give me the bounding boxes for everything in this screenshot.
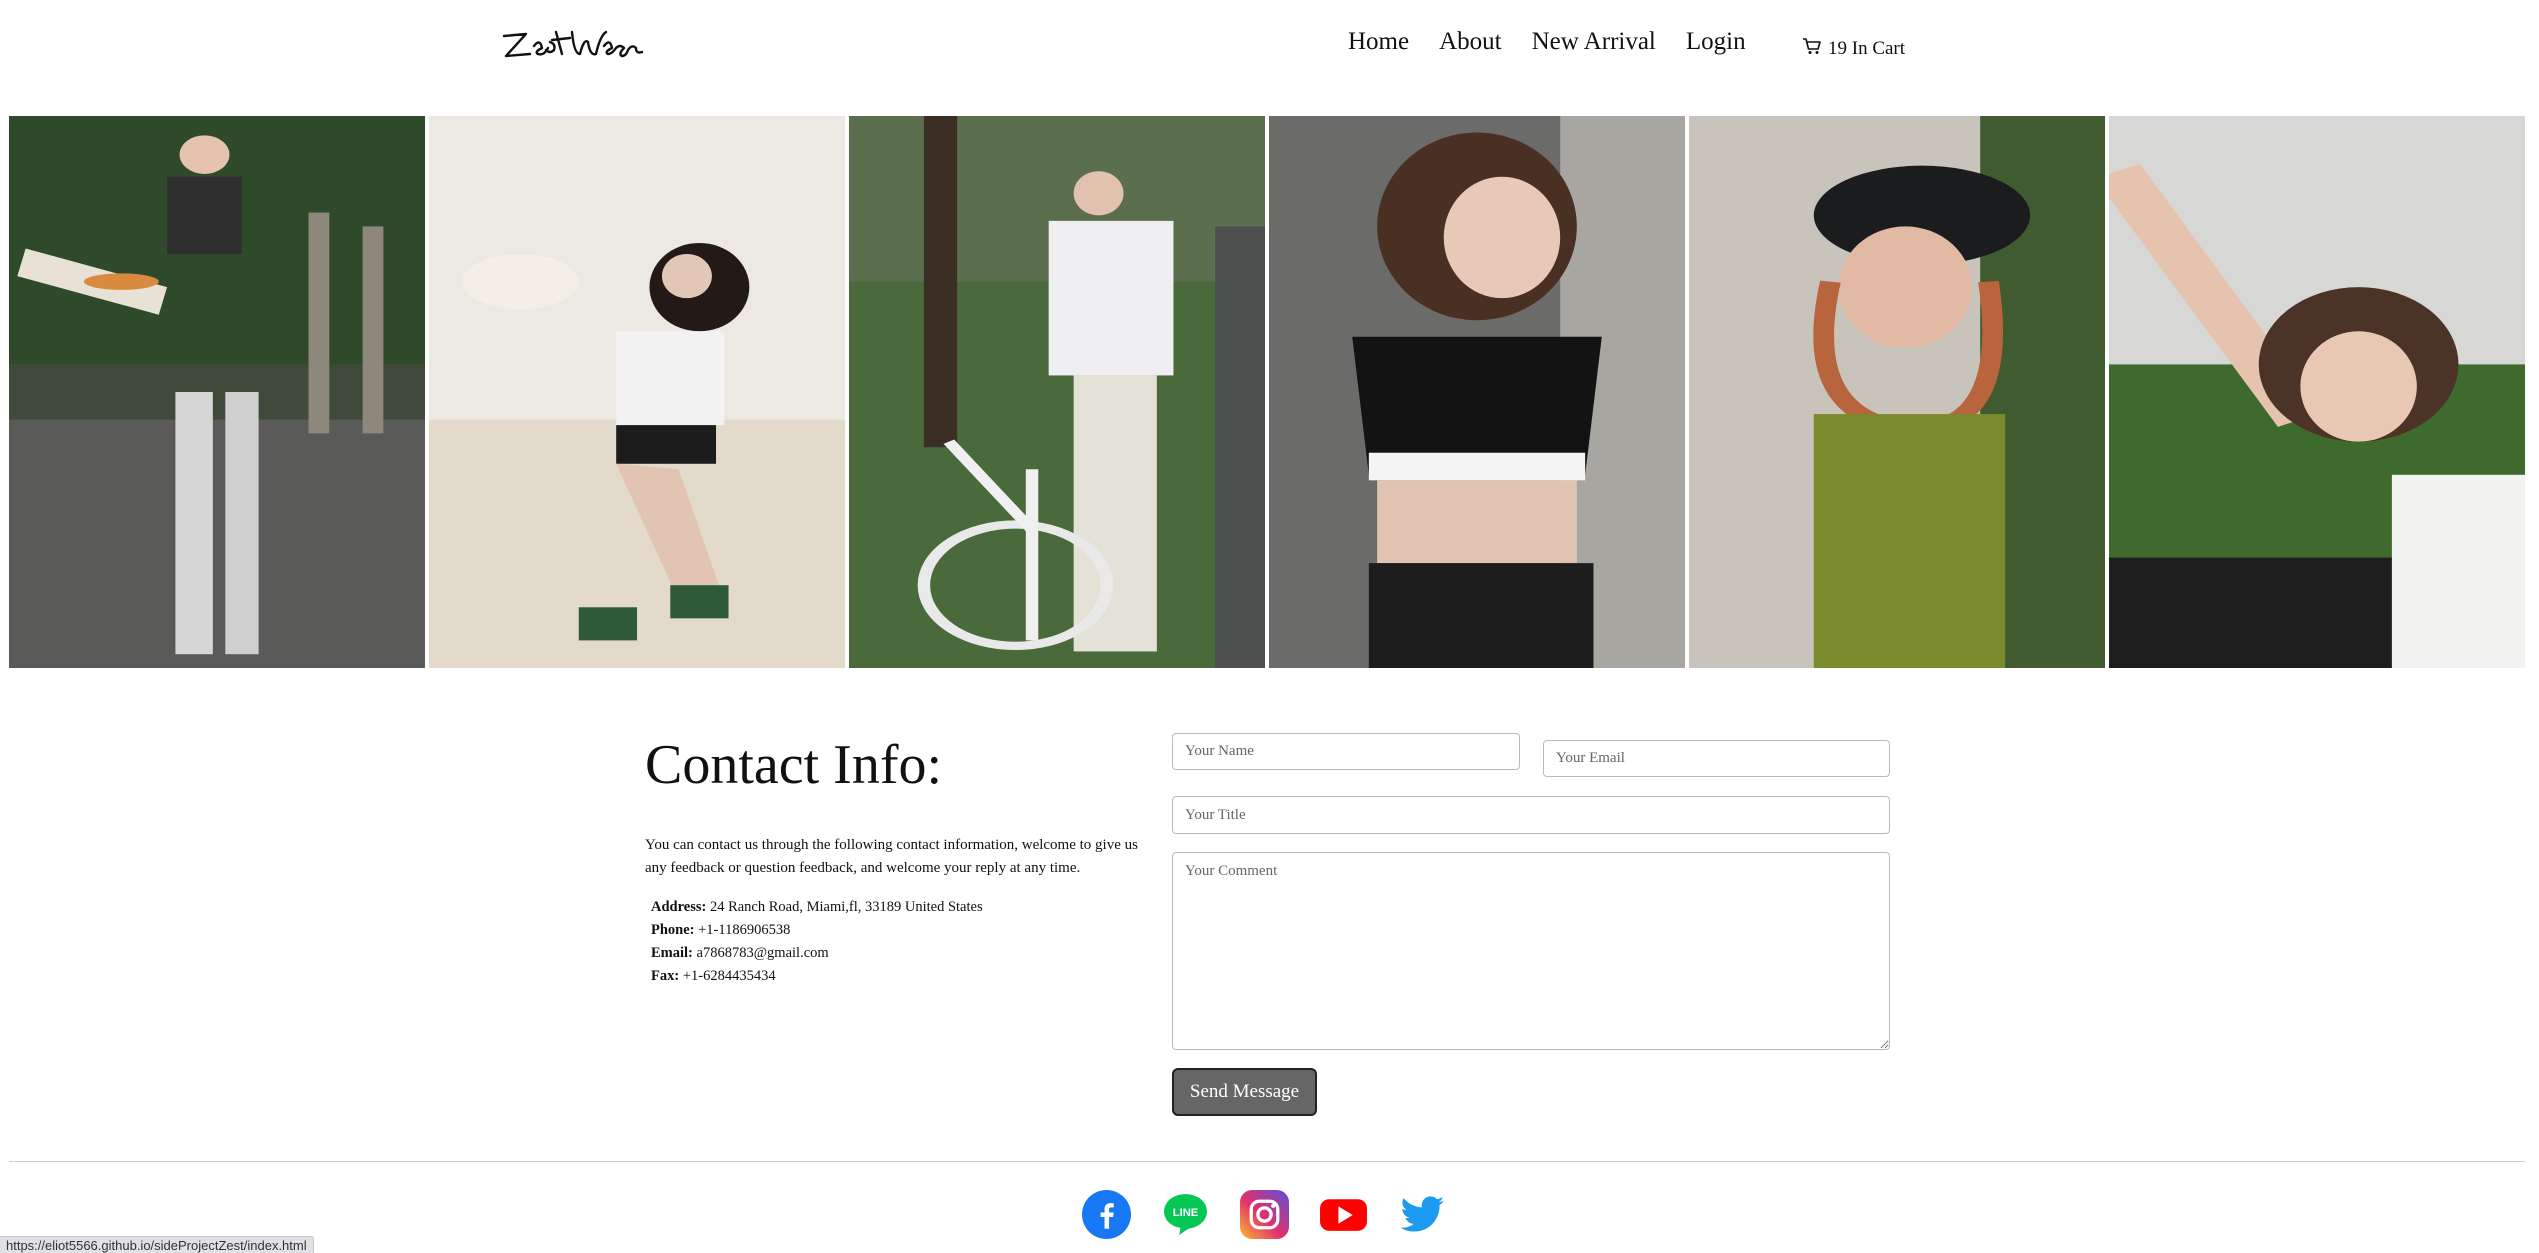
nav-home[interactable]: Home — [1348, 28, 1409, 56]
contact-details: Address: 24 Ranch Road, Miami,fl, 33189 … — [645, 896, 1155, 988]
send-message-button[interactable]: Send Message — [1172, 1068, 1317, 1116]
email-input[interactable] — [1543, 740, 1890, 777]
phone-line: Phone: +1-1186906538 — [651, 919, 1155, 942]
email-value: a7868783@gmail.com — [696, 945, 829, 961]
footer-divider — [9, 1161, 2525, 1162]
cart-count-label: 19 In Cart — [1828, 38, 1906, 59]
gallery-photo-crop-top[interactable] — [1269, 116, 1685, 668]
social-links: LINE — [1082, 1190, 1447, 1239]
contact-info-section: Contact Info: You can contact us through… — [645, 730, 1155, 988]
fax-label: Fax: — [651, 968, 680, 984]
address-label: Address: — [651, 899, 707, 915]
site-header: Home About New Arrival Login 19 In Cart — [0, 0, 2539, 115]
zestwear-logo[interactable] — [500, 22, 648, 60]
fax-line: Fax: +1-6284435434 — [651, 965, 1155, 988]
facebook-icon[interactable] — [1082, 1190, 1131, 1239]
youtube-icon[interactable] — [1319, 1190, 1368, 1239]
title-input[interactable] — [1172, 796, 1890, 834]
gallery-photo-bicycle[interactable] — [849, 116, 1265, 668]
gallery-photo-pizza[interactable] — [9, 116, 425, 668]
main-nav: Home About New Arrival Login — [1348, 28, 1746, 56]
address-line: Address: 24 Ranch Road, Miami,fl, 33189 … — [651, 896, 1155, 919]
photo-gallery — [9, 116, 2525, 668]
twitter-icon[interactable] — [1398, 1190, 1447, 1239]
browser-status-url: https://eliot5566.github.io/sideProjectZ… — [0, 1236, 314, 1253]
fax-value: +1-6284435434 — [682, 968, 776, 984]
email-label: Email: — [651, 945, 693, 961]
address-value: 24 Ranch Road, Miami,fl, 33189 United St… — [709, 899, 983, 915]
nav-new-arrival[interactable]: New Arrival — [1532, 28, 1656, 56]
phone-value: +1-1186906538 — [698, 922, 791, 938]
email-line: Email: a7868783@gmail.com — [651, 942, 1155, 965]
comment-textarea[interactable] — [1172, 852, 1890, 1050]
nav-about[interactable]: About — [1439, 28, 1502, 56]
cart-link[interactable]: 19 In Cart — [1802, 36, 1905, 62]
instagram-icon[interactable] — [1240, 1190, 1289, 1239]
name-input[interactable] — [1172, 733, 1520, 770]
cart-icon — [1802, 36, 1822, 62]
contact-description: You can contact us through the following… — [645, 837, 1138, 876]
gallery-photo-car-window[interactable] — [2109, 116, 2525, 668]
line-icon[interactable]: LINE — [1161, 1190, 1210, 1239]
gallery-photo-cap[interactable] — [1689, 116, 2105, 668]
contact-title: Contact Info: — [645, 734, 943, 796]
gallery-photo-sitting[interactable] — [429, 116, 845, 668]
nav-login[interactable]: Login — [1686, 28, 1746, 56]
line-icon-text: LINE — [1173, 1207, 1199, 1219]
phone-label: Phone: — [651, 922, 695, 938]
